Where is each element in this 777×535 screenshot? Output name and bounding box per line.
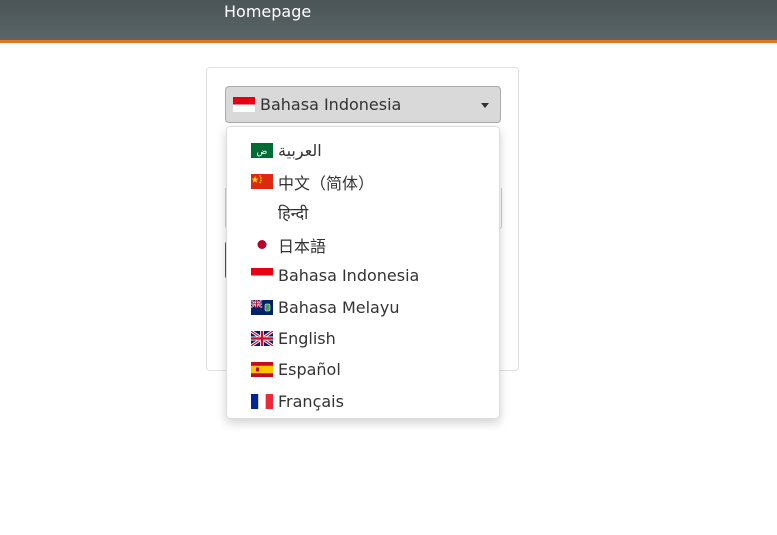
france-flag-icon <box>251 393 273 409</box>
language-label: 日本語 <box>278 236 327 256</box>
uk-flag-icon <box>251 330 273 346</box>
top-navbar: Homepage <box>0 0 777 43</box>
language-option-hindi[interactable]: हिन्दी <box>227 198 499 229</box>
language-option-malay[interactable]: Bahasa Melayu <box>227 291 499 322</box>
language-option-japanese[interactable]: 日本語 <box>227 229 499 260</box>
language-option-arabic[interactable]: ض العربية <box>227 135 499 166</box>
japan-flag-icon <box>251 237 273 253</box>
malaysia-flag-icon <box>251 299 273 315</box>
svg-text:ض: ض <box>257 147 268 157</box>
language-select[interactable]: Bahasa Indonesia <box>225 86 501 123</box>
language-dropdown-menu: ض العربية 中文（简体） हिन्दी 日本語 Bahasa Indon… <box>226 126 500 419</box>
blank-flag-placeholder <box>251 206 273 221</box>
language-label: Français <box>278 391 344 411</box>
china-flag-icon <box>251 174 273 190</box>
saudi-arabia-flag-icon: ض <box>251 143 273 159</box>
language-option-english[interactable]: English <box>227 323 499 354</box>
language-label: हिन्दी <box>278 204 309 224</box>
language-option-indonesian[interactable]: Bahasa Indonesia <box>227 260 499 291</box>
homepage-link[interactable]: Homepage <box>224 2 311 21</box>
language-option-french[interactable]: Français <box>227 385 499 416</box>
language-label: English <box>278 328 336 348</box>
language-label: 中文（简体） <box>278 173 375 193</box>
language-option-chinese[interactable]: 中文（简体） <box>227 166 499 197</box>
selected-language-label: Bahasa Indonesia <box>260 95 402 114</box>
spain-flag-icon <box>251 362 273 378</box>
language-option-spanish[interactable]: Español <box>227 354 499 385</box>
indonesia-flag-icon <box>251 268 273 284</box>
language-label: العربية <box>278 141 322 161</box>
language-label: Bahasa Indonesia <box>278 266 420 286</box>
chevron-down-icon <box>481 103 489 108</box>
language-label: Español <box>278 360 341 380</box>
language-label: Bahasa Melayu <box>278 297 400 317</box>
indonesia-flag-icon <box>233 97 255 112</box>
